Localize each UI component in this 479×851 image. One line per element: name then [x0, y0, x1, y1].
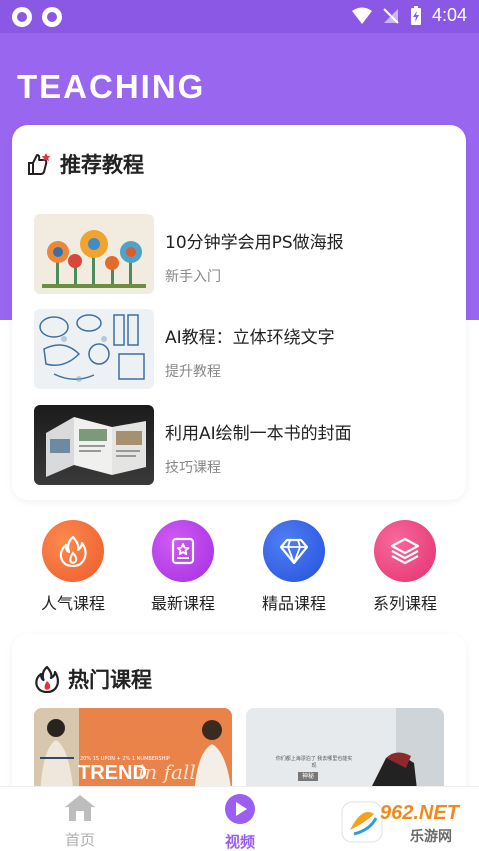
book-star-icon [171, 537, 195, 565]
section-title: 热门课程 [68, 668, 152, 692]
recommended-header: 推荐教程 [26, 149, 144, 179]
category-premium[interactable]: 精品课程 [244, 520, 344, 614]
status-bar: 4:04 [0, 0, 479, 33]
watermark-logo: 962.NET 乐游网 [340, 800, 475, 846]
category-label: 系列课程 [372, 594, 437, 613]
category-popular[interactable]: 人气课程 [23, 520, 123, 614]
clock: 4:04 [431, 5, 467, 25]
course-item[interactable]: 10分钟学会用PS做海报 新手入门 [34, 214, 454, 296]
home-icon [65, 795, 95, 821]
app-notification-icon [42, 7, 62, 27]
hot-course-script: in fall [138, 760, 196, 784]
hot-course-badge: 神秘 [298, 772, 319, 781]
course-tag: 新手入门 [165, 269, 221, 285]
category-label: 精品课程 [261, 594, 326, 613]
category-label: 人气课程 [40, 594, 105, 613]
diamond-icon [279, 538, 309, 565]
nav-home[interactable]: 首页 [40, 793, 120, 850]
category-icon-circle [152, 520, 214, 582]
flame-icon [59, 535, 87, 567]
no-signal-icon [383, 7, 399, 24]
wifi-icon [351, 7, 372, 24]
battery-charging-icon [410, 5, 421, 25]
hot-course-thumbnail[interactable]: 20% 15 UPON + 2% 1 NUMBERSHIP TREND in f… [34, 708, 232, 798]
course-title: 利用AI绘制一本书的封面 [165, 424, 352, 444]
thumbs-up-icon [26, 151, 52, 177]
hot-course-thumbnail[interactable]: 你们都上海漂泊了 我去哪里也能实现 神秘 [246, 708, 444, 798]
category-series[interactable]: 系列课程 [355, 520, 455, 614]
status-left-icons [12, 7, 62, 27]
recommended-card: 推荐教程 10分钟学会用PS做海报 新手入门 AI教程：立体环绕文字 提升教程 … [12, 125, 466, 500]
watermark-subtext: 乐游网 [410, 829, 452, 845]
course-title: 10分钟学会用PS做海报 [165, 233, 344, 253]
watermark-text: 962.NET [380, 802, 459, 824]
hot-courses-header: 热门课程 [34, 664, 152, 694]
category-row: 人气课程 最新课程 精品课程 系列课程 [0, 520, 479, 615]
category-icon-circle [374, 520, 436, 582]
course-tag: 技巧课程 [165, 460, 221, 476]
hot-course-headline: TREND [78, 762, 147, 784]
course-tag: 提升教程 [165, 364, 221, 380]
layers-icon [390, 537, 420, 565]
nav-video[interactable]: 视频 [200, 793, 280, 851]
page-title: TEACHING [17, 68, 206, 105]
course-thumbnail [34, 214, 154, 294]
category-icon-circle [263, 520, 325, 582]
flame-icon [35, 665, 60, 693]
nav-label: 视频 [224, 833, 255, 851]
category-label: 最新课程 [150, 594, 215, 613]
play-icon [225, 794, 255, 824]
course-thumbnail [34, 309, 154, 389]
course-item[interactable]: AI教程：立体环绕文字 提升教程 [34, 309, 454, 391]
category-icon-circle [42, 520, 104, 582]
status-right-icons: 4:04 [351, 5, 467, 26]
hot-course-caption: 你们都上海漂泊了 我去哪里也能实现 [275, 756, 353, 769]
course-thumbnail [34, 405, 154, 485]
section-title: 推荐教程 [60, 153, 144, 177]
nav-label: 首页 [64, 831, 95, 849]
app-notification-icon [12, 7, 32, 27]
course-title: AI教程：立体环绕文字 [165, 328, 335, 348]
course-item[interactable]: 利用AI绘制一本书的封面 技巧课程 [34, 405, 454, 487]
category-latest[interactable]: 最新课程 [133, 520, 233, 614]
